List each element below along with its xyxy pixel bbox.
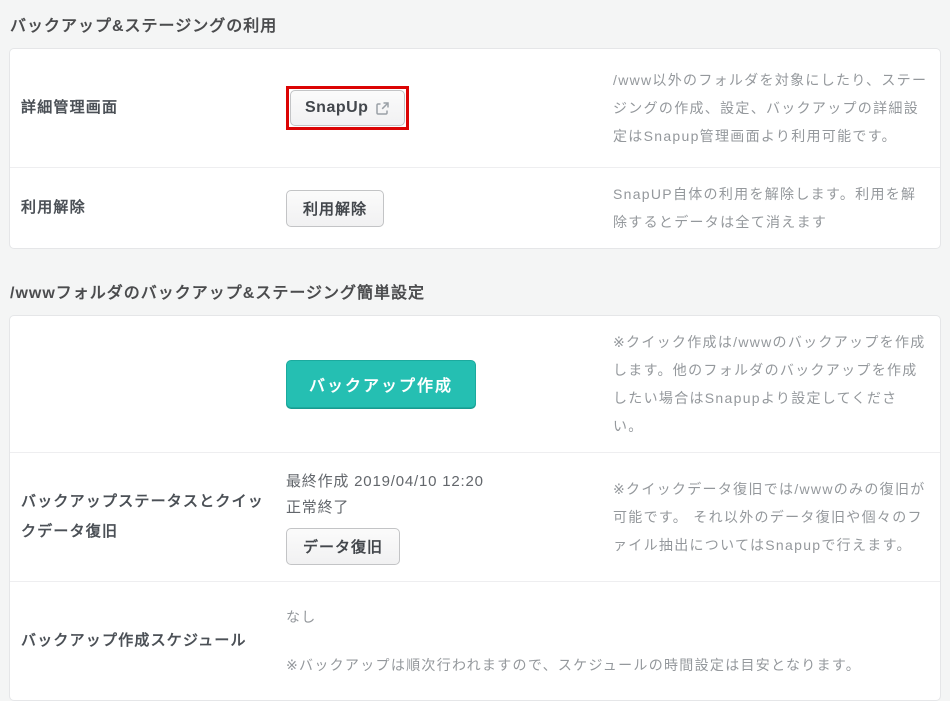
snapup-settings-page: バックアップ&ステージングの利用 詳細管理画面 SnapUp: [0, 0, 950, 701]
cancel-usage-button[interactable]: 利用解除: [286, 190, 384, 227]
create-backup-button[interactable]: バックアップ作成: [286, 360, 476, 408]
highlight-red-box: SnapUp: [286, 86, 409, 130]
row-desc-cancel-usage: SnapUP自体の利用を解除します。利用を解除するとデータは全て消えます: [613, 168, 940, 248]
section-title-usage: バックアップ&ステージングの利用: [9, 8, 941, 48]
backup-status-cell: 最終作成 2019/04/10 12:20 正常終了 データ復旧: [286, 459, 613, 575]
snapup-button[interactable]: SnapUp: [290, 90, 405, 126]
restore-button-wrap: データ復旧: [286, 528, 613, 565]
row-label-backup-status: バックアップステータスとクイックデータ復旧: [10, 477, 286, 557]
row-desc-backup-status: ※クイックデータ復旧では/wwwのみの復旧が可能です。 それ以外のデータ復旧や個…: [613, 463, 940, 571]
admin-screen-cell: SnapUp: [286, 76, 613, 140]
table-row-cancel-usage: 利用解除 利用解除 SnapUP自体の利用を解除します。利用を解除するとデータは…: [10, 168, 940, 248]
last-created-timestamp: 最終作成 2019/04/10 12:20: [286, 469, 613, 495]
table-row-backup-status: バックアップステータスとクイックデータ復旧 最終作成 2019/04/10 12…: [10, 453, 940, 582]
row-desc-admin-screen: /www以外のフォルダを対象にしたり、ステージングの作成、設定、バックアップの詳…: [613, 54, 940, 162]
usage-table: 詳細管理画面 SnapUp /www以外の: [9, 48, 941, 249]
backup-schedule-cell: なし ※バックアップは順次行われますので、スケジュールの時間設定は目安となります…: [286, 591, 940, 691]
easy-setup-table: バックアップ作成 ※クイック作成は/wwwのバックアップを作成します。他のフォル…: [9, 315, 941, 701]
external-link-icon: [375, 101, 390, 116]
section-title-www-easy-setup: /wwwフォルダのバックアップ&ステージング簡単設定: [9, 275, 941, 315]
schedule-note: ※バックアップは順次行われますので、スケジュールの時間設定は目安となります。: [286, 651, 928, 679]
row-label-cancel-usage: 利用解除: [10, 183, 286, 233]
row-desc-create-backup: ※クイック作成は/wwwのバックアップを作成します。他のフォルダのバックアップを…: [613, 316, 940, 452]
row-label-admin-screen: 詳細管理画面: [10, 83, 286, 133]
data-restore-button[interactable]: データ復旧: [286, 528, 400, 565]
schedule-value: なし: [286, 603, 928, 631]
snapup-button-label: SnapUp: [305, 99, 368, 117]
row-label-create-backup-empty: [10, 374, 286, 394]
cancel-usage-cell: 利用解除: [286, 180, 613, 237]
status-result: 正常終了: [286, 495, 613, 521]
table-row-create-backup: バックアップ作成 ※クイック作成は/wwwのバックアップを作成します。他のフォル…: [10, 316, 940, 453]
table-row-admin-screen: 詳細管理画面 SnapUp /www以外の: [10, 49, 940, 168]
row-label-backup-schedule: バックアップ作成スケジュール: [10, 616, 286, 666]
table-row-backup-schedule: バックアップ作成スケジュール なし ※バックアップは順次行われますので、スケジュ…: [10, 582, 940, 700]
create-backup-cell: バックアップ作成: [286, 350, 613, 418]
